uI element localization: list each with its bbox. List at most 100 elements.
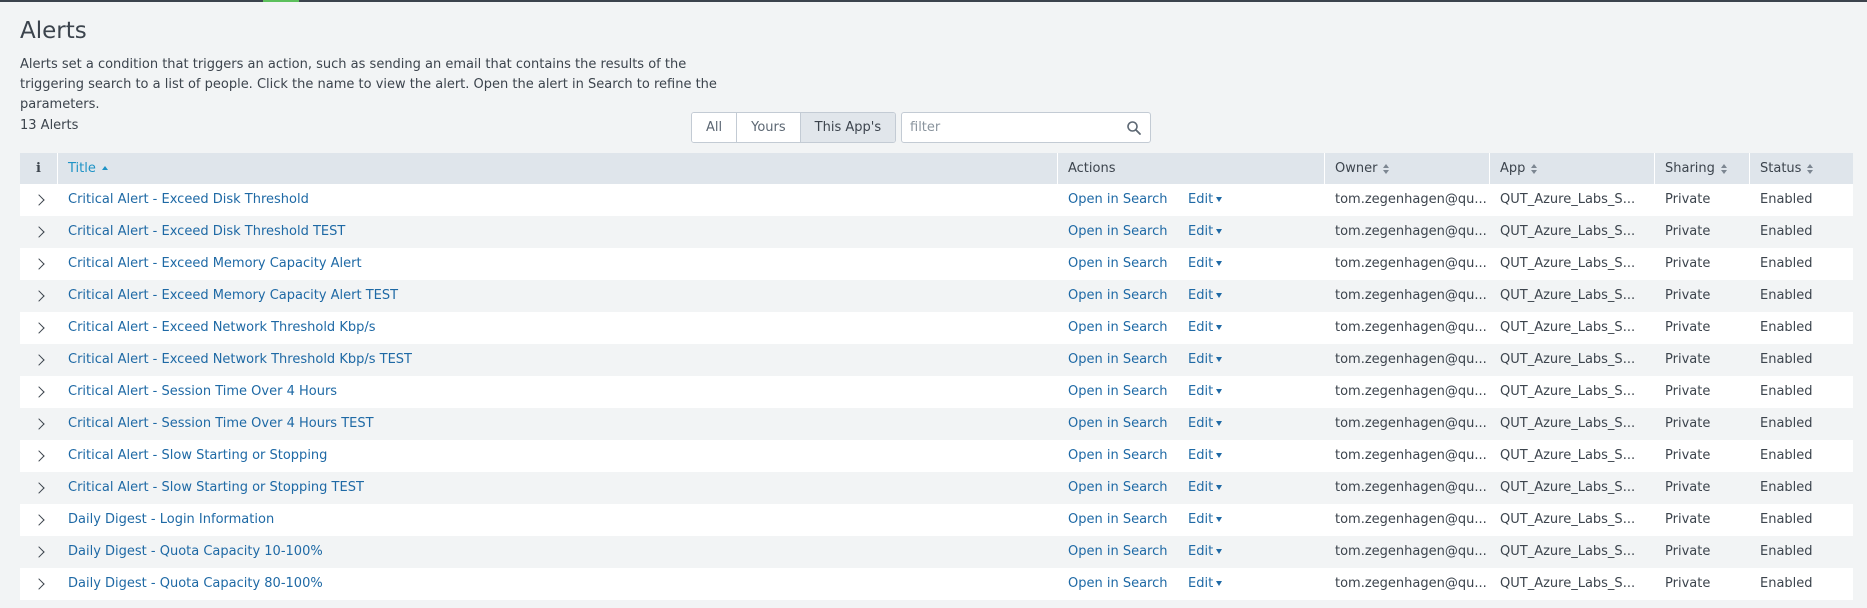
expand-cell[interactable] bbox=[20, 536, 58, 568]
caret-down-icon bbox=[1216, 485, 1223, 490]
edit-label: Edit bbox=[1188, 256, 1214, 271]
expand-cell[interactable] bbox=[20, 440, 58, 472]
alert-title-link[interactable]: Critical Alert - Exceed Memory Capacity … bbox=[68, 256, 362, 271]
alert-title-link[interactable]: Critical Alert - Session Time Over 4 Hou… bbox=[68, 416, 374, 431]
open-in-search-link[interactable]: Open in Search bbox=[1068, 184, 1188, 216]
alert-title-link[interactable]: Critical Alert - Exceed Network Threshol… bbox=[68, 320, 376, 335]
title-cell: Daily Digest - Quota Capacity 80-100% bbox=[58, 568, 1058, 600]
title-cell: Critical Alert - Session Time Over 4 Hou… bbox=[58, 408, 1058, 440]
edit-dropdown[interactable]: Edit bbox=[1188, 472, 1223, 504]
alert-title-link[interactable]: Daily Digest - Quota Capacity 10-100% bbox=[68, 544, 323, 559]
expand-cell[interactable] bbox=[20, 184, 58, 216]
owner-cell: tom.zegenhagen@qu... bbox=[1335, 352, 1487, 367]
alert-title-link[interactable]: Critical Alert - Session Time Over 4 Hou… bbox=[68, 384, 337, 399]
search-icon[interactable] bbox=[1126, 120, 1142, 136]
alert-title-link[interactable]: Critical Alert - Exceed Disk Threshold bbox=[68, 192, 309, 207]
caret-down-icon bbox=[1216, 293, 1223, 298]
status-cell: Enabled bbox=[1760, 224, 1813, 239]
open-in-search-link[interactable]: Open in Search bbox=[1068, 504, 1188, 536]
edit-dropdown[interactable]: Edit bbox=[1188, 280, 1223, 312]
expand-cell[interactable] bbox=[20, 344, 58, 376]
filter-input[interactable] bbox=[902, 113, 1112, 142]
table-row: Critical Alert - Exceed Memory Capacity … bbox=[20, 280, 1853, 312]
title-column-header[interactable]: Title bbox=[58, 153, 1058, 184]
open-in-search-link[interactable]: Open in Search bbox=[1068, 280, 1188, 312]
alert-title-link[interactable]: Critical Alert - Slow Starting or Stoppi… bbox=[68, 448, 327, 463]
chevron-right-icon[interactable] bbox=[33, 578, 45, 590]
edit-dropdown[interactable]: Edit bbox=[1188, 536, 1223, 568]
open-in-search-link[interactable]: Open in Search bbox=[1068, 440, 1188, 472]
edit-dropdown[interactable]: Edit bbox=[1188, 376, 1223, 408]
chevron-right-icon[interactable] bbox=[33, 194, 45, 206]
open-in-search-link[interactable]: Open in Search bbox=[1068, 344, 1188, 376]
expand-cell[interactable] bbox=[20, 216, 58, 248]
title-cell: Critical Alert - Exceed Network Threshol… bbox=[58, 344, 1058, 376]
open-in-search-link[interactable]: Open in Search bbox=[1068, 248, 1188, 280]
sharing-column-header[interactable]: Sharing bbox=[1655, 153, 1750, 184]
alert-title-link[interactable]: Daily Digest - Quota Capacity 80-100% bbox=[68, 576, 323, 591]
chevron-right-icon[interactable] bbox=[33, 418, 45, 430]
expand-cell[interactable] bbox=[20, 376, 58, 408]
app-cell: QUT_Azure_Labs_S... bbox=[1500, 320, 1636, 335]
open-in-search-link[interactable]: Open in Search bbox=[1068, 472, 1188, 504]
expand-cell[interactable] bbox=[20, 472, 58, 504]
chevron-right-icon[interactable] bbox=[33, 226, 45, 238]
edit-dropdown[interactable]: Edit bbox=[1188, 344, 1223, 376]
actions-cell: Open in Search Edit bbox=[1058, 280, 1325, 312]
owner-cell: tom.zegenhagen@qu... bbox=[1335, 288, 1487, 303]
caret-down-icon bbox=[1216, 325, 1223, 330]
status-cell: Enabled bbox=[1760, 352, 1813, 367]
status-cell: Enabled bbox=[1760, 384, 1813, 399]
table-row: Daily Digest - Login Information Open in … bbox=[20, 504, 1853, 536]
status-cell: Enabled bbox=[1760, 448, 1813, 463]
owner-cell: tom.zegenhagen@qu... bbox=[1335, 320, 1487, 335]
open-in-search-link[interactable]: Open in Search bbox=[1068, 408, 1188, 440]
expand-cell[interactable] bbox=[20, 248, 58, 280]
expand-cell[interactable] bbox=[20, 568, 58, 600]
edit-dropdown[interactable]: Edit bbox=[1188, 184, 1223, 216]
edit-dropdown[interactable]: Edit bbox=[1188, 248, 1223, 280]
chevron-right-icon[interactable] bbox=[33, 450, 45, 462]
edit-dropdown[interactable]: Edit bbox=[1188, 504, 1223, 536]
open-in-search-link[interactable]: Open in Search bbox=[1068, 536, 1188, 568]
alert-title-link[interactable]: Daily Digest - Login Information bbox=[68, 512, 274, 527]
chevron-right-icon[interactable] bbox=[33, 322, 45, 334]
expand-cell[interactable] bbox=[20, 280, 58, 312]
caret-down-icon bbox=[1216, 357, 1223, 362]
chevron-right-icon[interactable] bbox=[33, 386, 45, 398]
alert-title-link[interactable]: Critical Alert - Exceed Network Threshol… bbox=[68, 352, 412, 367]
alert-title-link[interactable]: Critical Alert - Slow Starting or Stoppi… bbox=[68, 480, 364, 495]
chevron-right-icon[interactable] bbox=[33, 482, 45, 494]
status-cell: Enabled bbox=[1760, 192, 1813, 207]
status-cell: Enabled bbox=[1760, 288, 1813, 303]
sort-icon bbox=[1383, 163, 1391, 174]
chevron-right-icon[interactable] bbox=[33, 546, 45, 558]
edit-dropdown[interactable]: Edit bbox=[1188, 568, 1223, 600]
expand-cell[interactable] bbox=[20, 312, 58, 344]
chevron-right-icon[interactable] bbox=[33, 514, 45, 526]
edit-dropdown[interactable]: Edit bbox=[1188, 312, 1223, 344]
app-column-header[interactable]: App bbox=[1490, 153, 1655, 184]
filter-all-button[interactable]: All bbox=[692, 113, 738, 142]
sharing-cell: Private bbox=[1665, 320, 1711, 335]
filter-yours-button[interactable]: Yours bbox=[737, 113, 801, 142]
edit-dropdown[interactable]: Edit bbox=[1188, 440, 1223, 472]
chevron-right-icon[interactable] bbox=[33, 290, 45, 302]
status-column-header[interactable]: Status bbox=[1750, 153, 1853, 184]
edit-dropdown[interactable]: Edit bbox=[1188, 216, 1223, 248]
chevron-right-icon[interactable] bbox=[33, 258, 45, 270]
filter-this-app-button[interactable]: This App's bbox=[800, 113, 896, 142]
open-in-search-link[interactable]: Open in Search bbox=[1068, 312, 1188, 344]
open-in-search-link[interactable]: Open in Search bbox=[1068, 376, 1188, 408]
alert-title-link[interactable]: Critical Alert - Exceed Disk Threshold T… bbox=[68, 224, 345, 239]
owner-column-header[interactable]: Owner bbox=[1325, 153, 1490, 184]
sharing-cell: Private bbox=[1665, 448, 1711, 463]
alert-title-link[interactable]: Critical Alert - Exceed Memory Capacity … bbox=[68, 288, 398, 303]
open-in-search-link[interactable]: Open in Search bbox=[1068, 216, 1188, 248]
expand-cell[interactable] bbox=[20, 504, 58, 536]
edit-dropdown[interactable]: Edit bbox=[1188, 408, 1223, 440]
open-in-search-link[interactable]: Open in Search bbox=[1068, 568, 1188, 600]
expand-cell[interactable] bbox=[20, 408, 58, 440]
chevron-right-icon[interactable] bbox=[33, 354, 45, 366]
sharing-column-label: Sharing bbox=[1665, 161, 1715, 176]
